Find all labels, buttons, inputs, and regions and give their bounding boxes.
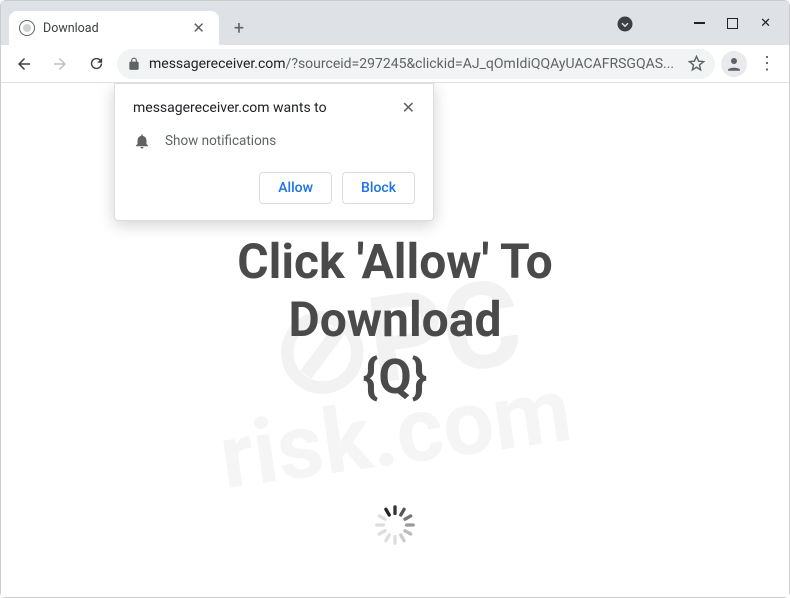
reload-button[interactable] <box>81 49 111 79</box>
tab-title: Download <box>43 21 188 36</box>
close-tab-icon[interactable]: ✕ <box>188 19 209 37</box>
bell-icon <box>133 132 151 150</box>
permission-capability-text: Show notifications <box>165 133 276 149</box>
maximize-icon[interactable] <box>727 18 738 29</box>
close-window-icon[interactable]: ✕ <box>760 16 771 31</box>
permission-origin-text: messagereceiver.com wants to <box>133 100 327 116</box>
headline-line-2: Download <box>1 291 789 349</box>
block-button[interactable]: Block <box>342 172 415 204</box>
globe-icon <box>19 20 35 36</box>
browser-toolbar: messagereceiver.com/?sourceid=297245&cli… <box>1 45 789 83</box>
url-text: messagereceiver.com/?sourceid=297245&cli… <box>149 56 680 72</box>
kebab-menu-icon[interactable]: ⋮ <box>753 53 781 74</box>
headline-line-1: Click 'Allow' To <box>1 233 789 291</box>
url-host: messagereceiver.com <box>149 56 286 72</box>
tab-search-icon[interactable] <box>616 15 634 33</box>
allow-button[interactable]: Allow <box>259 172 332 204</box>
minimize-icon[interactable] <box>694 22 705 24</box>
loading-spinner-icon <box>373 503 417 547</box>
profile-avatar-icon[interactable] <box>721 51 747 77</box>
window-controls: ✕ <box>676 1 789 45</box>
browser-tab[interactable]: Download ✕ <box>9 11 219 45</box>
bookmark-star-icon[interactable] <box>688 55 705 72</box>
forward-button <box>45 49 75 79</box>
back-button[interactable] <box>9 49 39 79</box>
notification-permission-dialog: messagereceiver.com wants to ✕ Show noti… <box>114 83 434 221</box>
address-bar[interactable]: messagereceiver.com/?sourceid=297245&cli… <box>117 49 715 79</box>
page-headline: Click 'Allow' To Download {Q} <box>1 233 789 406</box>
new-tab-button[interactable]: + <box>225 14 253 42</box>
headline-line-3: {Q} <box>1 348 789 406</box>
lock-icon <box>127 57 141 71</box>
url-path: /?sourceid=297245&clickid=AJ_qOmIdiQQAyU… <box>286 56 675 72</box>
close-dialog-icon[interactable]: ✕ <box>402 100 415 116</box>
window-titlebar: Download ✕ + ✕ <box>1 1 789 45</box>
page-viewport: ⊘PC risk.com Click 'Allow' To Download {… <box>1 83 789 597</box>
